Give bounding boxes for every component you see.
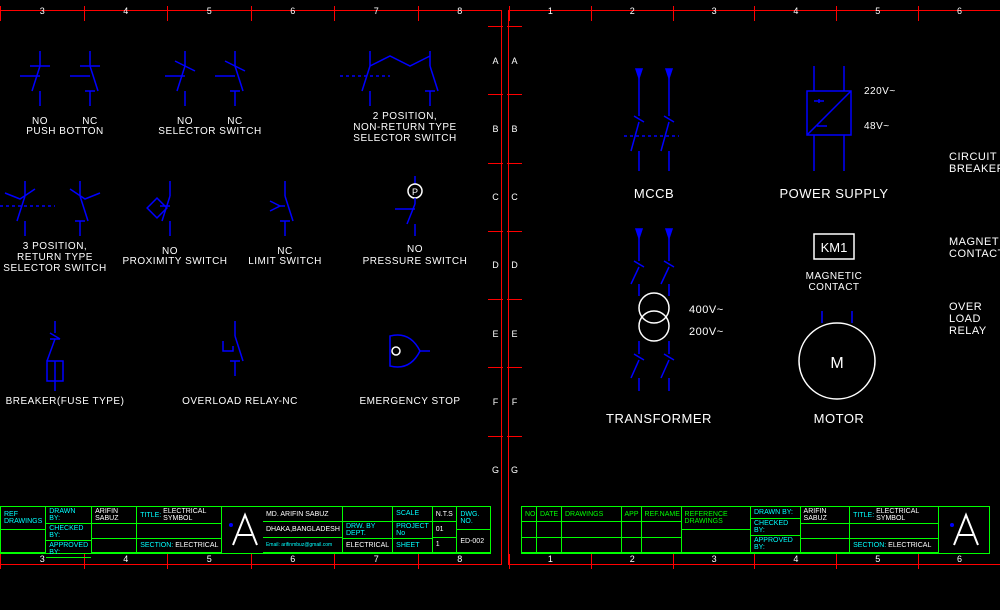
selector-3pos-symbol bbox=[0, 181, 110, 241]
circuit-breaker-label: CIRCUIT BREAKER bbox=[949, 151, 1000, 175]
emergency-stop-symbol bbox=[380, 326, 430, 381]
selector-label: SELECTOR SWITCH bbox=[150, 126, 270, 137]
limit-switch-symbol: NC bbox=[265, 181, 305, 257]
drawing-sheet-left: 345678 345678 ABCDEFG NO NC PUSH BOTTON … bbox=[0, 10, 502, 565]
push-button-nc-symbol: NC bbox=[70, 51, 110, 127]
xfmr-v1: 400V~ bbox=[689, 304, 724, 316]
magnetic-contact-symbol: KM1 bbox=[809, 229, 859, 274]
motor-label: MOTOR bbox=[804, 411, 874, 426]
drawing-sheet-right: 123456 123456 ABCDEFG MCCB 220V~ 48V~ PO… bbox=[508, 10, 1000, 565]
selector-2pos-symbol bbox=[340, 51, 460, 111]
transformer-label: TRANSFORMER bbox=[604, 411, 714, 426]
logo-icon bbox=[939, 507, 989, 553]
svg-text:P: P bbox=[412, 187, 418, 197]
overload-relay-label: OVER LOAD RELAY bbox=[949, 301, 1000, 337]
motor-symbol: M bbox=[792, 311, 882, 406]
prox-label: PROXIMITY SWITCH bbox=[120, 256, 230, 267]
ruler-top: 345678 bbox=[0, 6, 501, 21]
push-button-label: PUSH BOTTON bbox=[10, 126, 120, 137]
mccb-symbol bbox=[624, 66, 684, 181]
pressure-sub: NO bbox=[390, 244, 440, 255]
ps-v2: 48V~ bbox=[864, 121, 890, 132]
power-supply-symbol bbox=[799, 66, 859, 181]
km1-tag: KM1 bbox=[821, 240, 848, 255]
sel-3pos-label: 3 POSITION, RETURN TYPE SELECTOR SWITCH bbox=[0, 241, 115, 274]
ruler-right: ABCDEFG bbox=[488, 26, 503, 504]
title-block-right: NO DATE DRAWINGS APP REF.NAME REFERENCE … bbox=[521, 506, 990, 554]
breaker-fuse-symbol bbox=[35, 321, 75, 396]
estop-label: EMERGENCY STOP bbox=[350, 396, 470, 407]
push-button-no-symbol: NO bbox=[20, 51, 60, 127]
power-supply-label: POWER SUPPLY bbox=[764, 186, 904, 201]
selector-nc-symbol: NC bbox=[215, 51, 255, 127]
ruler-top: 123456 bbox=[509, 6, 1000, 21]
breaker-fuse-label: BREAKER(FUSE TYPE) bbox=[0, 396, 135, 407]
selector-no-symbol: NO bbox=[165, 51, 205, 127]
title-block-left: REF DRAWINGS DRAWN BY: CHECKED BY: APPRO… bbox=[0, 506, 491, 554]
magnetic-contact-label: MAGNETIC CONTACT bbox=[799, 271, 869, 293]
logo-icon bbox=[222, 507, 263, 553]
ruler-bottom: 123456 bbox=[509, 554, 1000, 569]
overload-nc-label: OVERLOAD RELAY-NC bbox=[170, 396, 310, 407]
pressure-switch-symbol: P NO bbox=[390, 176, 440, 255]
sel-2pos-label: 2 POSITION, NON-RETURN TYPE SELECTOR SWI… bbox=[335, 111, 475, 144]
transformer-symbol bbox=[624, 226, 684, 401]
overload-relay-nc-symbol bbox=[215, 321, 255, 386]
ruler-left: ABCDEFG bbox=[507, 26, 522, 504]
pressure-label: PRESSURE SWITCH bbox=[355, 256, 475, 267]
mccb-label: MCCB bbox=[624, 186, 684, 201]
xfmr-v2: 200V~ bbox=[689, 326, 724, 338]
magnetic-contact-side-label: MAGNETIC CONTACT bbox=[949, 236, 1000, 260]
limit-label: LIMIT SWITCH bbox=[240, 256, 330, 267]
motor-tag: M bbox=[830, 355, 843, 372]
proximity-symbol: NO bbox=[150, 181, 190, 257]
ps-v1: 220V~ bbox=[864, 86, 896, 97]
